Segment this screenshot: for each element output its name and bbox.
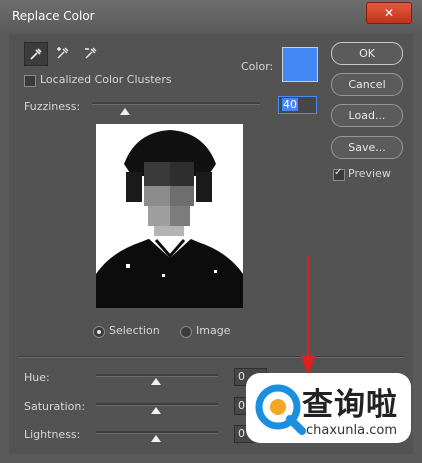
annotation-arrow [301, 256, 315, 376]
fuzziness-label: Fuzziness: [24, 100, 81, 113]
lightness-label: Lightness: [24, 428, 81, 441]
fuzziness-slider-thumb[interactable] [120, 108, 130, 115]
hue-label: Hue: [24, 371, 50, 384]
saturation-slider[interactable] [96, 403, 218, 406]
ok-button[interactable]: OK [331, 42, 403, 65]
image-label: Image [196, 324, 231, 337]
image-radio[interactable] [180, 326, 192, 338]
preview-label: Preview [348, 167, 391, 180]
localized-color-clusters-checkbox[interactable] [24, 75, 36, 87]
saturation-slider-thumb[interactable] [151, 407, 161, 414]
selection-preview[interactable] [96, 124, 243, 308]
selection-radio[interactable] [93, 326, 105, 338]
selection-label: Selection [109, 324, 160, 337]
dialog-title: Replace Color [12, 9, 95, 23]
color-swatch[interactable] [282, 47, 318, 82]
watermark-en-text: chaxunla.com [306, 423, 397, 438]
close-icon: ✕ [383, 6, 395, 20]
color-label: Color: [241, 60, 274, 73]
localized-color-clusters-label: Localized Color Clusters [40, 73, 172, 86]
hue-slider[interactable] [96, 374, 218, 377]
saturation-label: Saturation: [24, 400, 86, 413]
section-divider [18, 356, 404, 358]
watermark-cn-text: 查询啦 [302, 387, 398, 423]
eyedropper-icon[interactable] [24, 42, 48, 66]
lightness-slider-thumb[interactable] [151, 435, 161, 442]
preview-checkbox[interactable] [333, 167, 345, 181]
hue-slider-thumb[interactable] [151, 378, 161, 385]
eyedropper-plus-icon[interactable] [52, 42, 74, 64]
save-button[interactable]: Save... [331, 136, 403, 159]
title-bar: Replace Color ✕ [0, 0, 422, 34]
fuzziness-field[interactable]: 40 [278, 96, 317, 114]
eyedropper-minus-icon[interactable] [80, 42, 102, 64]
close-button[interactable]: ✕ [366, 2, 412, 24]
preview-mask-image [96, 124, 243, 308]
lightness-slider[interactable] [96, 431, 218, 434]
watermark-logo: 查询啦 chaxunla.com [246, 373, 411, 443]
cancel-button[interactable]: Cancel [331, 73, 403, 96]
fuzziness-slider[interactable] [92, 102, 260, 105]
load-button[interactable]: Load... [331, 104, 403, 127]
search-logo-icon [255, 384, 306, 435]
